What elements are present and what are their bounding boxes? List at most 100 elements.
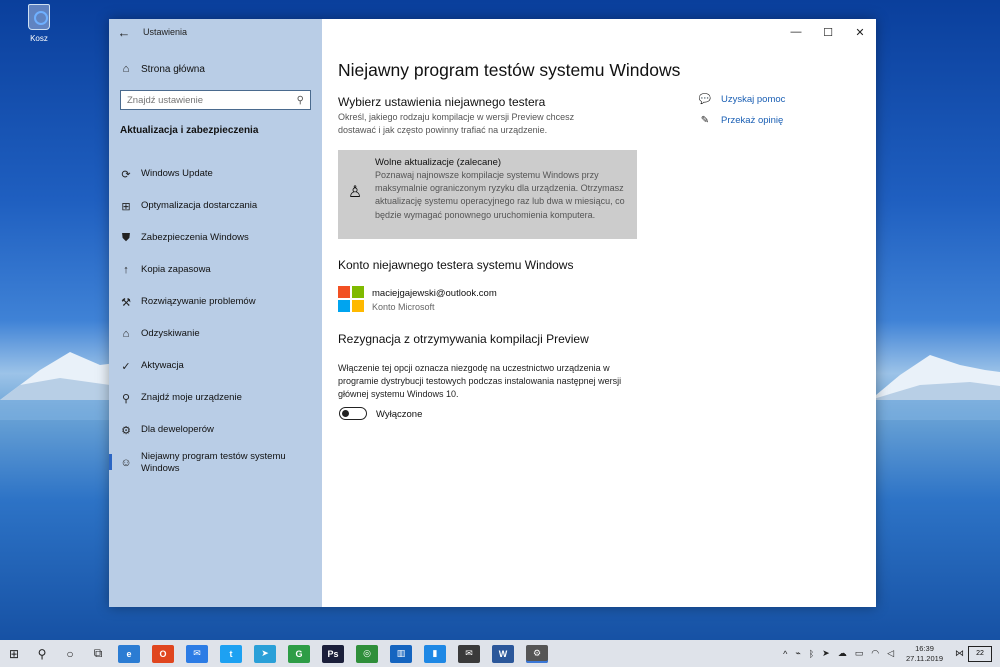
messenger-app-button[interactable]: ✉ <box>186 644 208 663</box>
office-app-button[interactable]: O <box>152 644 174 663</box>
home-label: Strona główna <box>141 63 205 75</box>
action-center-button[interactable]: 22 <box>968 645 992 662</box>
windows-logo-icon: ⊞ <box>8 646 20 661</box>
sidebar-item-label: Odzyskiwanie <box>141 328 200 339</box>
settings-main-panel: — ☐ ✕ Niejawny program testów systemu Wi… <box>322 19 876 607</box>
battery-icon[interactable]: ▭ <box>855 648 864 659</box>
slow-updates-option[interactable]: ♙ Wolne aktualizacje (zalecane) Poznawaj… <box>338 150 637 239</box>
sidebar-item-label: Rozwiązywanie problemów <box>141 296 256 307</box>
photoshop-app-button[interactable]: Ps <box>322 644 344 663</box>
recycle-bin-icon <box>28 4 50 30</box>
sidebar-item-activation[interactable]: ✓ Aktywacja <box>109 350 322 382</box>
sidebar-item-windows-security[interactable]: ⛊ Zabezpieczenia Windows <box>109 222 322 254</box>
home-nav-item[interactable]: ⌂ Strona główna <box>119 63 205 75</box>
search-input[interactable] <box>127 94 297 106</box>
onedrive-icon[interactable]: ☁ <box>838 648 847 659</box>
settings-search-box[interactable]: ⚲ <box>120 90 311 110</box>
window-controls: — ☐ ✕ <box>780 19 876 45</box>
chrome-app-button[interactable]: ◎ <box>356 644 378 663</box>
wifi-icon[interactable]: ◠ <box>871 648 879 659</box>
titlebar: ← Ustawienia <box>109 19 322 45</box>
recycle-bin-desktop-icon[interactable]: Kosz <box>22 4 56 43</box>
backup-arrow-icon: ↑ <box>123 264 129 276</box>
microsoft-logo-icon <box>338 286 364 312</box>
trello-app-button[interactable]: ▥ <box>390 644 412 663</box>
sidebar-item-label: Aktywacja <box>141 360 184 371</box>
close-button[interactable]: ✕ <box>844 19 876 45</box>
spreadsheet-app-button[interactable]: G <box>288 644 310 663</box>
search-icon[interactable]: ⚲ <box>297 95 304 106</box>
taskbar: ⊞ ⚲ ○ ⧉ e O ✉ t ➤ G Ps ◎ ▥ ▮ ✉ W ⚙ ^ ⌁ ᛒ ➤ ☁ ▭ ◠ ◁ 1… <box>0 640 1000 667</box>
start-button[interactable]: ⊞ <box>0 640 28 667</box>
taskbar-apps: e O ✉ t ➤ G Ps ◎ ▥ ▮ ✉ W ⚙ <box>112 644 554 663</box>
shield-icon: ⛊ <box>121 231 131 244</box>
app-title: Ustawienia <box>143 27 188 37</box>
clock-time: 16:39 <box>915 643 934 653</box>
cortana-circle-icon: ○ <box>66 646 74 661</box>
opt-out-description: Włączenie tej opcji oznacza niezgodę na … <box>338 363 622 399</box>
sidebar-item-label: Kopia zapasowa <box>141 264 211 275</box>
opt-out-toggle[interactable] <box>339 407 367 420</box>
refresh-icon: ⟳ <box>121 168 131 181</box>
minimize-button[interactable]: — <box>780 19 812 45</box>
account-email[interactable]: maciejgajewski@outlook.com <box>372 288 497 299</box>
sidebar-item-delivery-optimization[interactable]: ⊞ Optymalizacja dostarczania <box>109 190 322 222</box>
option-title: Wolne aktualizacje (zalecane) <box>375 157 502 168</box>
recovery-icon: ⌂ <box>122 328 130 340</box>
chat-bubble-icon: 💬 <box>698 94 712 105</box>
opt-out-heading: Rezygnacja z otrzymywania kompilacji Pre… <box>338 332 589 346</box>
developer-tools-icon: ⚙ <box>121 424 131 437</box>
network-icon[interactable]: ⌁ <box>795 648 800 659</box>
wrench-icon: ⚒ <box>121 296 131 309</box>
mail-app-button[interactable]: ✉ <box>458 644 480 663</box>
task-view-button[interactable]: ⧉ <box>84 640 112 667</box>
sidebar-item-windows-update[interactable]: ⟳ Windows Update <box>109 158 322 190</box>
feedback-label: Przekaż opinię <box>721 115 784 126</box>
sidebar-item-label: Znajdź moje urządzenie <box>141 392 242 403</box>
page-title: Niejawny program testów systemu Windows <box>338 60 681 80</box>
telegram-app-button[interactable]: ➤ <box>254 644 276 663</box>
taskbar-search-button[interactable]: ⚲ <box>28 640 56 667</box>
task-view-icon: ⧉ <box>93 646 103 660</box>
back-button[interactable]: ← <box>109 19 139 45</box>
sidebar-item-recovery[interactable]: ⌂ Odzyskiwanie <box>109 318 322 350</box>
word-app-button[interactable]: W <box>492 644 514 663</box>
taskbar-clock[interactable]: 16:39 27.11.2019 <box>906 644 943 664</box>
notification-count: 22 <box>976 650 984 657</box>
twitter-app-button[interactable]: t <box>220 644 242 663</box>
volume-icon[interactable]: ◁ <box>887 648 894 659</box>
back-arrow-icon: ← <box>117 24 131 40</box>
option-description: Poznawaj najnowsze kompilacje systemu Wi… <box>375 170 625 220</box>
system-tray: ^ ⌁ ᛒ ➤ ☁ ▭ ◠ ◁ 16:39 27.11.2019 ⋈ 22 <box>779 640 1000 667</box>
insider-icon: ☺ <box>120 457 132 469</box>
toggle-knob <box>342 409 349 417</box>
telegram-tray-icon[interactable]: ➤ <box>822 648 830 659</box>
sidebar-item-label: Zabezpieczenia Windows <box>141 232 249 243</box>
sidebar-item-backup[interactable]: ↑ Kopia zapasowa <box>109 254 322 286</box>
settings-app-button[interactable]: ⚙ <box>526 644 548 663</box>
task-switch-icon[interactable]: ⋈ <box>955 648 964 659</box>
maximize-button[interactable]: ☐ <box>812 19 844 45</box>
get-help-link[interactable]: 💬 Uzyskaj pomoc <box>698 89 786 110</box>
recycle-bin-label: Kosz <box>30 34 48 43</box>
sidebar-item-find-my-device[interactable]: ⚲ Znajdź moje urządzenie <box>109 382 322 414</box>
show-hidden-icons-chevron-icon[interactable]: ^ <box>783 649 787 659</box>
sidebar-item-label: Dla deweloperów <box>141 424 214 435</box>
bluetooth-icon[interactable]: ᛒ <box>809 649 814 659</box>
opt-out-toggle-label: Wyłączone <box>376 409 423 420</box>
person-location-icon: ⚲ <box>121 392 131 405</box>
account-type: Konto Microsoft <box>372 302 435 312</box>
sidebar-item-for-developers[interactable]: ⚙ Dla deweloperów <box>109 414 322 446</box>
clock-date: 27.11.2019 <box>906 653 943 663</box>
feedback-link[interactable]: ✎ Przekaż opinię <box>698 110 785 131</box>
cortana-button[interactable]: ○ <box>56 640 84 667</box>
edge-app-button[interactable]: e <box>118 644 140 663</box>
check-circle-icon: ✓ <box>121 360 131 373</box>
phone-app-button[interactable]: ▮ <box>424 644 446 663</box>
get-help-label: Uzyskaj pomoc <box>721 94 786 105</box>
settings-sidebar: ← Ustawienia ⌂ Strona główna ⚲ Aktualiza… <box>109 19 322 607</box>
tester-settings-description: Określ, jakiego rodzaju kompilacje w wer… <box>338 112 575 135</box>
help-links: 💬 Uzyskaj pomoc ✎ Przekaż opinię <box>698 89 786 131</box>
sidebar-item-troubleshoot[interactable]: ⚒ Rozwiązywanie problemów <box>109 286 322 318</box>
sidebar-item-insider-program[interactable]: ☺ Niejawny program testów systemu Window… <box>109 446 322 480</box>
